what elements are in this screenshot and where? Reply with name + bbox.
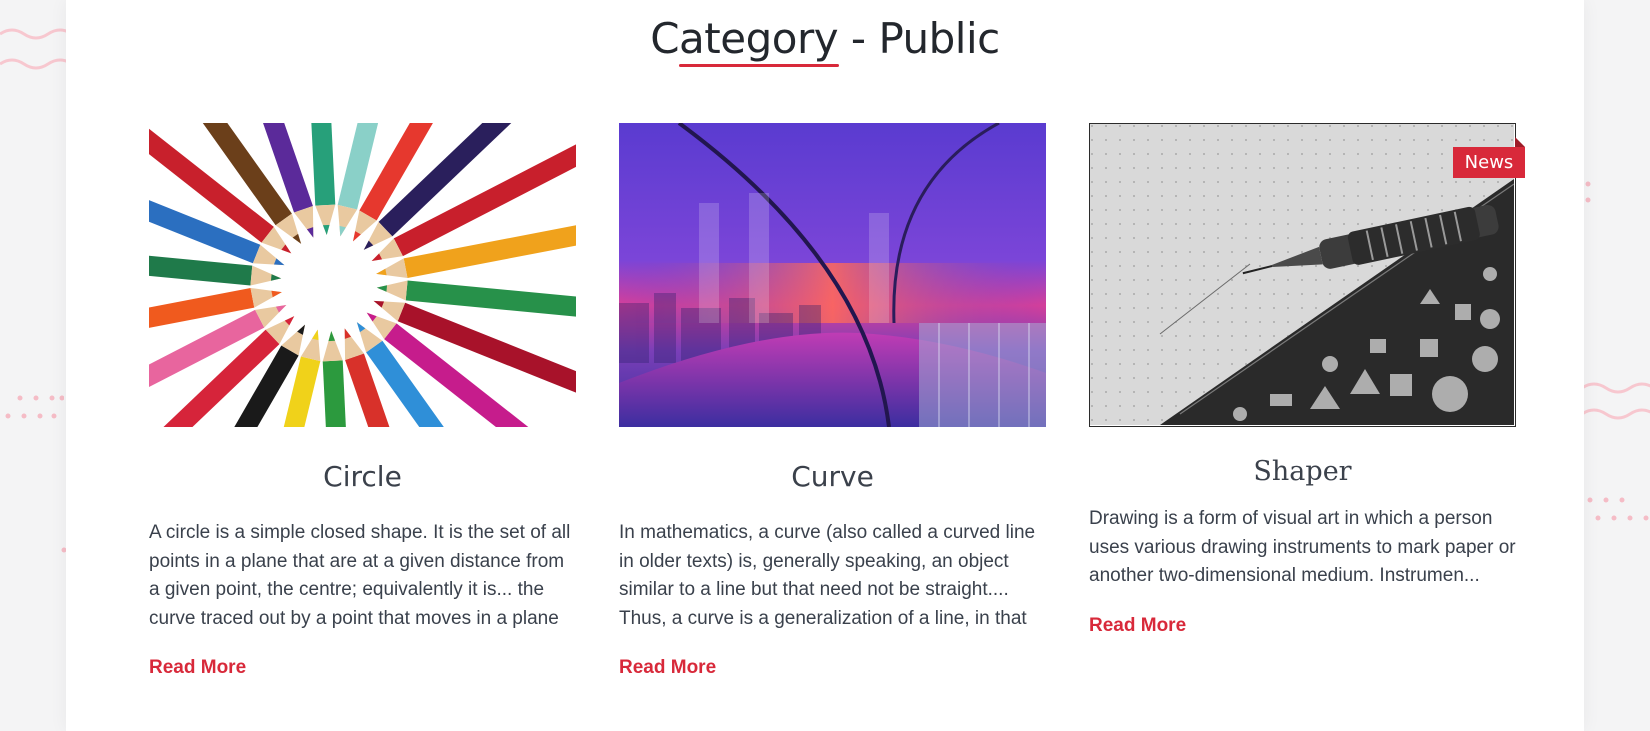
title-underline: [679, 64, 839, 67]
decorative-dots-left: [4, 392, 64, 422]
post-excerpt: In mathematics, a curve (also called a c…: [619, 522, 1036, 637]
post-card-shaper: Shaper Drawing is a form of visual art i…: [1089, 123, 1516, 637]
read-more-link[interactable]: Read More: [149, 657, 246, 679]
colored-pencils-circle-image[interactable]: [149, 123, 576, 427]
post-excerpt: Drawing is a form of visual art in which…: [1089, 508, 1516, 586]
post-excerpt: A circle is a simple closed shape. It is…: [149, 522, 571, 637]
decorative-wave-right: [1582, 380, 1650, 430]
post-title[interactable]: Circle: [149, 457, 576, 497]
technical-pen-stencil-image[interactable]: [1089, 123, 1516, 427]
post-card-circle: Circle A circle is a simple closed shape…: [149, 123, 576, 679]
read-more-link[interactable]: Read More: [1089, 615, 1186, 637]
decorative-dots-right: [1584, 494, 1650, 524]
rainbow-corridor-image[interactable]: [619, 123, 1046, 427]
post-title[interactable]: Curve: [619, 457, 1046, 497]
post-card-curve: Curve In mathematics, a curve (also call…: [619, 123, 1046, 679]
read-more-link[interactable]: Read More: [619, 657, 716, 679]
post-title[interactable]: Shaper: [1089, 453, 1516, 491]
page-title: Category - Public: [650, 14, 1000, 63]
news-badge[interactable]: News: [1453, 147, 1525, 178]
badge-fold: [1515, 137, 1525, 147]
